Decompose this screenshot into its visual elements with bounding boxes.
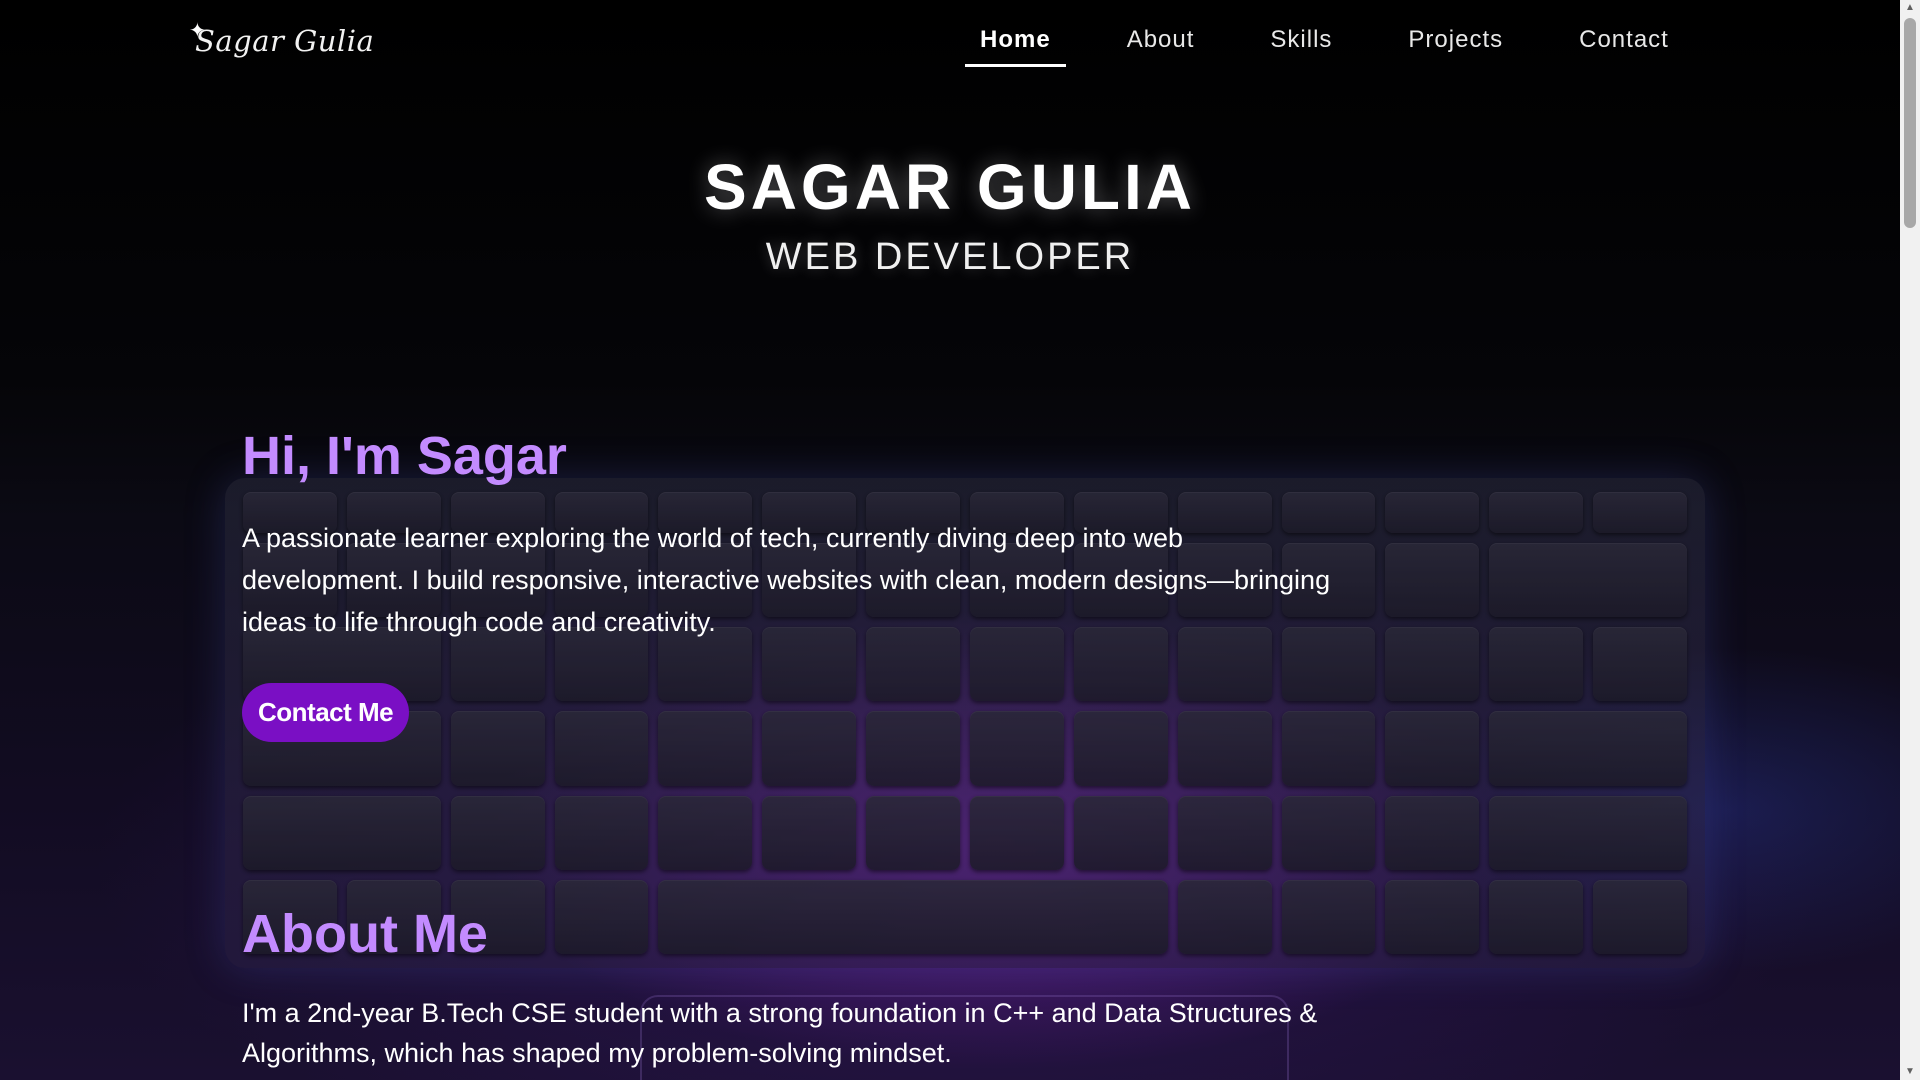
page-scrollbar[interactable]: ▲ ▼ bbox=[1900, 0, 1920, 1080]
contact-me-button[interactable]: Contact Me bbox=[242, 683, 410, 742]
nav-links: Home About Skills Projects Contact bbox=[965, 26, 1730, 67]
about-section: About Me I'm a 2nd-year B.Tech CSE stude… bbox=[242, 903, 1362, 1073]
scroll-thumb[interactable] bbox=[1904, 18, 1916, 228]
logo[interactable]: ✦ Sagar Gulia bbox=[189, 18, 375, 58]
sparkle-icon: ✦ bbox=[189, 18, 207, 42]
page: ✦ Sagar Gulia Home About Skills Projects… bbox=[0, 0, 1920, 1080]
nav-link-skills[interactable]: Skills bbox=[1255, 26, 1347, 67]
about-heading: About Me bbox=[242, 904, 488, 964]
hero-role: WEB DEVELOPER bbox=[765, 236, 1135, 278]
intro-text: A passionate learner exploring the world… bbox=[242, 523, 1331, 637]
intro-section: Hi, I'm Sagar A passionate learner explo… bbox=[242, 425, 1352, 742]
nav-link-contact[interactable]: Contact bbox=[1564, 26, 1684, 67]
about-text: I'm a 2nd-year B.Tech CSE student with a… bbox=[242, 998, 1318, 1068]
nav-link-about[interactable]: About bbox=[1112, 26, 1210, 67]
hero-section: SAGAR GULIA WEB DEVELOPER bbox=[0, 150, 1900, 279]
nav-link-home[interactable]: Home bbox=[965, 26, 1066, 67]
logo-text: Sagar Gulia bbox=[195, 24, 375, 58]
scroll-up-icon[interactable]: ▲ bbox=[1900, 0, 1920, 16]
hero-name: SAGAR GULIA bbox=[704, 151, 1196, 223]
intro-heading: Hi, I'm Sagar bbox=[242, 426, 567, 486]
nav-link-projects[interactable]: Projects bbox=[1393, 26, 1518, 67]
scroll-down-icon[interactable]: ▼ bbox=[1900, 1064, 1920, 1080]
navbar: ✦ Sagar Gulia Home About Skills Projects… bbox=[0, 0, 1900, 88]
